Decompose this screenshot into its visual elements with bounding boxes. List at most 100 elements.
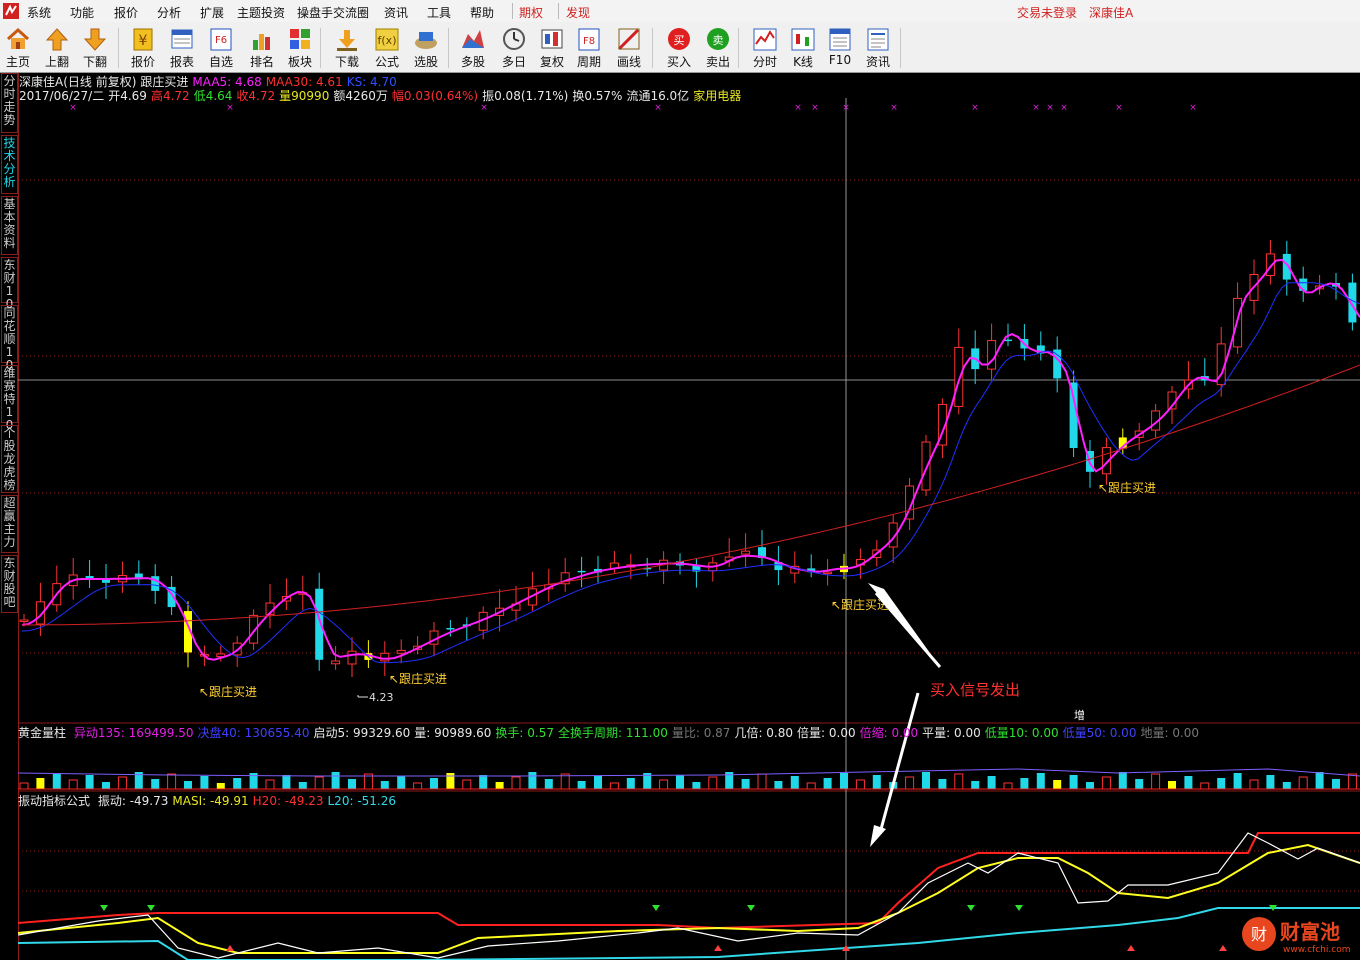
toolbar-button-label: 主页 [5,55,30,69]
oscillator-indicator-value: H20: -49.23 [252,794,324,808]
signal-pointer-icon: ↖ [831,598,841,612]
volume-bar [626,778,635,789]
pointer-arrow-lower-shaft [878,692,920,834]
svg-text:F8: F8 [583,36,595,47]
toolbar-button-sell[interactable]: 卖卖出 [700,24,736,70]
volume-bar [1118,772,1127,789]
volume-bar [790,776,799,789]
volume-bar [528,772,537,789]
signal-pointer-icon: ↖ [199,685,209,699]
toolbar-button-report[interactable]: 报表 [164,24,200,70]
toolbar-button-stock-pick[interactable]: 选股 [408,24,444,70]
formula-icon: f(x) [375,28,399,51]
toolbar-button-buy[interactable]: 买买入 [661,24,697,70]
toolbar-button-period[interactable]: F8 周期 [571,24,607,70]
quote-icon: ¥ [133,28,153,51]
signal-pointer-icon: ↖ [389,672,399,686]
menu-item[interactable]: 资讯 [384,4,408,21]
menu-item[interactable]: 扩展 [200,4,224,21]
menu-item[interactable]: 帮助 [470,4,494,21]
toolbar-icon-glyph: 卖 [713,34,724,47]
kline-chart-area[interactable]: × × × × × × × × × × × × × × 跟庄买进↖跟庄买进↖跟庄买进↖跟庄买进↖4.23 买… [18,73,1360,960]
report-icon [171,29,193,49]
toolbar-button-rank[interactable]: 排名 [244,24,280,70]
volume-panel-title: 黄金量柱 [18,726,67,740]
side-tab[interactable]: 个股龙虎榜 [1,425,18,493]
buy-signal-callout: 买入信号发出 [930,681,1020,699]
menu-item[interactable]: 系统 [27,4,51,21]
toolbar-button-watchlist[interactable]: F6 自选 [203,24,239,70]
menu-item[interactable]: 主题投资 [237,4,285,21]
toolbar-button-kline[interactable]: K线 [785,24,821,70]
volume-bar [1003,782,1013,790]
volume-bar [1036,773,1045,789]
toolbar-button-multi-day[interactable]: 多日 [496,24,532,70]
toolbar-divider [118,28,119,68]
toolbar-button-f10[interactable]: F10 [822,24,858,70]
volume-bar [872,775,881,789]
arrow-down-icon [83,28,107,51]
watermark-url: www.cfchi.com [1283,945,1350,955]
volume-bar [659,779,669,790]
toolbar-button-multi-stock[interactable]: 多股 [455,24,491,70]
toolbar-button-quote[interactable]: ¥ 报价 [125,24,161,70]
menu-item-highlight[interactable]: 发现 [566,4,590,21]
volume-bar [938,779,947,789]
side-tab[interactable]: 超赢主力 [1,495,18,553]
signal-x-mark: × [842,103,850,113]
sell-arrow-icon [147,905,155,911]
toolbar-button-intraday[interactable]: 分时 [747,24,783,70]
volume-bar [282,775,291,789]
toolbar-button-draw-line[interactable]: 画线 [611,24,647,70]
oscillator-indicator-value: 振动: -49.73 [97,794,169,808]
toolbar-button-sector[interactable]: 板块 [282,24,318,70]
watermark-brand: 财富池 [1280,920,1340,944]
volume-bar [68,779,78,790]
side-tab[interactable]: 东财10 [1,257,18,311]
menu-bar: 系统 功能 报价 分析 扩展 主题投资 操盘手交流圈 资讯 工具 帮助 期权 发现 交易未登录 深康佳… [0,0,1360,23]
menu-item-highlight[interactable]: 期权 [519,4,543,21]
menu-item[interactable]: 操盘手交流圈 [297,4,369,21]
volume-indicator-value: 全换手周期: 111.00 [558,726,668,740]
volume-bar [757,773,767,790]
toolbar-button-label: 排名 [249,55,274,69]
side-tab[interactable]: 基本资料 [1,196,18,255]
toolbar-divider [900,28,901,68]
toolbar-button-label: 周期 [576,55,601,69]
watchlist-icon: F6 [210,28,232,51]
toolbar-button-label: 多股 [460,55,485,69]
side-tab[interactable]: 分时走势 [1,73,18,133]
menu-item[interactable]: 分析 [157,4,181,21]
side-tab[interactable]: 维赛特10 [1,365,18,432]
trade-login-status[interactable]: 交易未登录 [1017,4,1077,21]
toolbar-button-arrow-up[interactable]: 上翻 [39,24,75,70]
toolbar-button-formula[interactable]: f(x) 公式 [369,24,405,70]
volume-bar [609,782,619,790]
toolbar-button-download[interactable]: 下载 [329,24,365,70]
volume-bar [1266,775,1275,789]
side-tab[interactable]: 技术分析 [1,135,18,194]
toolbar-button-label: 下载 [334,55,359,69]
candle-body-down [1053,349,1062,379]
menu-item[interactable]: 功能 [70,4,94,21]
f10-icon [829,28,851,51]
toolbar-button-arrow-down[interactable]: 下翻 [77,24,113,70]
svg-text:f(x): f(x) [378,34,397,47]
toolbar-button-home[interactable]: 主页 [0,24,36,70]
sell-arrow-icon [1015,905,1023,911]
toolbar-button-label: 画线 [616,55,641,69]
volume-bar [184,781,192,789]
volume-bar [216,783,225,789]
side-tab[interactable]: 东财股吧 [1,555,18,613]
menu-item[interactable]: 报价 [114,4,138,21]
current-stock-name[interactable]: 深康佳A [1089,4,1133,21]
toolbar-button-news[interactable]: 资讯 [860,24,896,70]
toolbar-button-adjust[interactable]: 复权 [534,24,570,70]
side-tab[interactable]: 同花顺10 [1,305,18,372]
volume-bar [1282,782,1291,789]
sell-arrow-icon [967,905,975,911]
volume-bar [1053,780,1062,789]
menu-item[interactable]: 工具 [427,4,451,21]
signal-x-mark: × [654,103,662,113]
toolbar-button-label: 多日 [501,55,526,69]
